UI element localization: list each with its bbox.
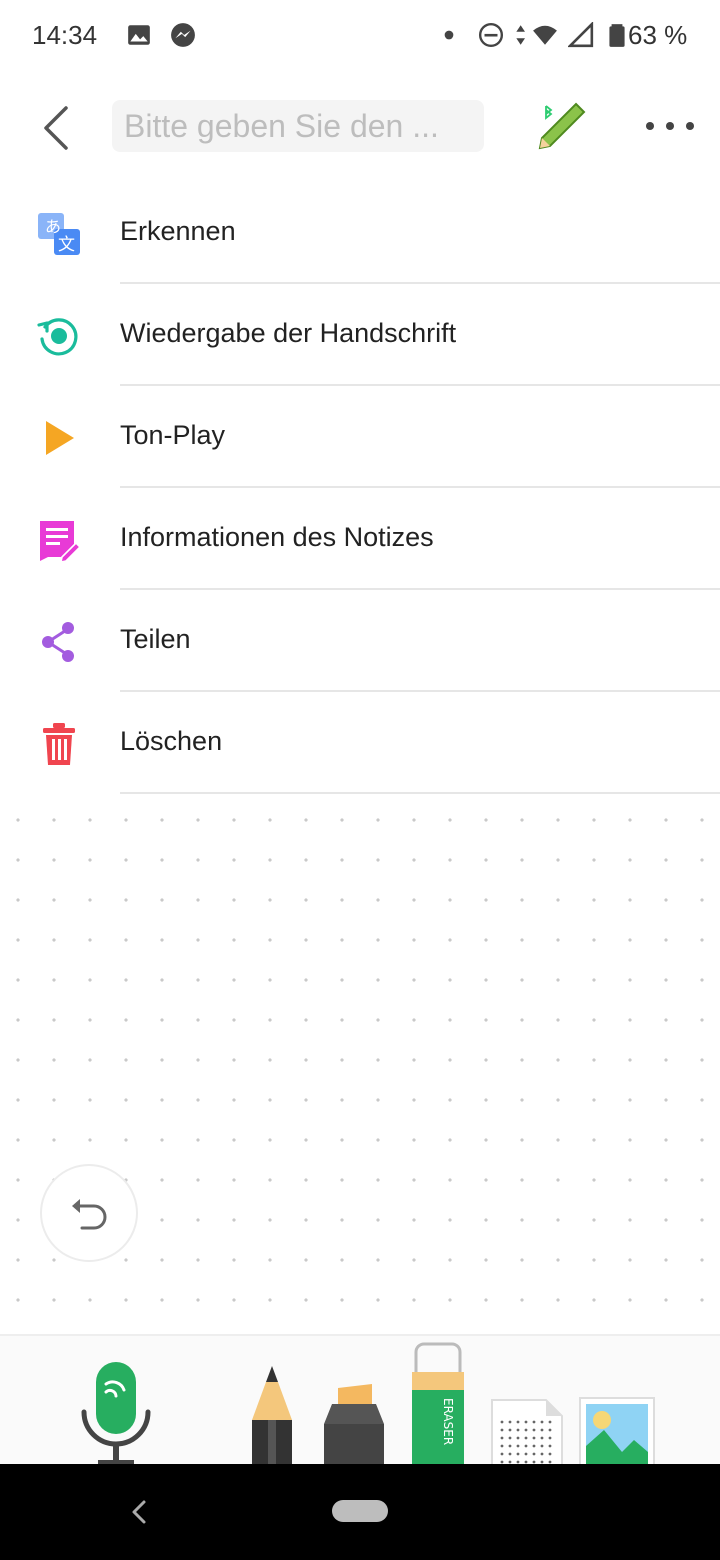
share-icon bbox=[42, 622, 74, 662]
status-bar: 14:34 63 % bbox=[0, 0, 720, 72]
note-info-icon bbox=[40, 521, 82, 563]
battery-percent: 63 % bbox=[628, 20, 688, 50]
wifi-icon bbox=[533, 25, 557, 45]
menu-item-note-info[interactable]: Informationen des Notizes bbox=[0, 488, 720, 590]
signal-icon bbox=[568, 22, 594, 48]
play-icon bbox=[46, 421, 74, 455]
menu-item-share[interactable]: Teilen bbox=[0, 590, 720, 692]
svg-text:あ: あ bbox=[45, 217, 61, 236]
eraser-label: ERASER bbox=[441, 1398, 455, 1445]
chevron-left-icon bbox=[44, 106, 68, 150]
marker-tool[interactable] bbox=[322, 1384, 386, 1466]
translate-icon: あ 文 bbox=[38, 213, 80, 255]
messenger-icon bbox=[171, 23, 195, 47]
menu-item-handwriting-replay[interactable]: Wiedergabe der Handschrift bbox=[0, 284, 720, 386]
nav-home-pill[interactable] bbox=[332, 1500, 388, 1522]
top-app-bar bbox=[0, 88, 720, 168]
more-dots-icon bbox=[646, 122, 694, 130]
menu-item-label: Informationen des Notizes bbox=[120, 522, 434, 552]
battery-icon bbox=[609, 24, 625, 47]
bluetooth-pen-icon bbox=[538, 102, 586, 150]
paper-tool[interactable] bbox=[490, 1398, 564, 1466]
image-tool[interactable] bbox=[578, 1396, 656, 1466]
undo-button[interactable] bbox=[40, 1164, 138, 1262]
divider bbox=[120, 792, 720, 794]
pencil-tool[interactable] bbox=[248, 1364, 296, 1466]
eraser-tool[interactable]: ERASER bbox=[410, 1340, 466, 1466]
trash-icon bbox=[43, 723, 75, 765]
image-icon bbox=[128, 25, 150, 45]
pen-toolbar: ERASER bbox=[0, 1334, 720, 1466]
title-input[interactable] bbox=[112, 100, 484, 152]
menu-item-label: Ton-Play bbox=[120, 420, 226, 450]
svg-text:文: 文 bbox=[58, 235, 75, 255]
menu-item-label: Erkennen bbox=[120, 216, 236, 246]
menu-item-label: Teilen bbox=[120, 624, 191, 654]
undo-icon bbox=[72, 1199, 107, 1230]
back-button[interactable] bbox=[30, 102, 82, 154]
menu-item-label: Löschen bbox=[120, 726, 223, 756]
dot-icon bbox=[444, 30, 454, 40]
more-options-button[interactable] bbox=[642, 106, 698, 146]
status-time: 14:34 bbox=[32, 20, 98, 50]
bluetooth-pen-button[interactable] bbox=[534, 98, 590, 154]
microphone-tool[interactable] bbox=[78, 1360, 154, 1466]
nav-back-icon[interactable] bbox=[124, 1494, 154, 1530]
menu-item-label: Wiedergabe der Handschrift bbox=[120, 318, 457, 348]
menu-item-delete[interactable]: Löschen bbox=[0, 692, 720, 794]
note-actions-menu: あ 文 Erkennen Wiedergabe der Handschrift … bbox=[0, 182, 720, 794]
menu-item-sound-play[interactable]: Ton-Play bbox=[0, 386, 720, 488]
dnd-icon bbox=[478, 22, 504, 48]
replay-icon bbox=[37, 318, 78, 356]
menu-item-recognize[interactable]: あ 文 Erkennen bbox=[0, 182, 720, 284]
